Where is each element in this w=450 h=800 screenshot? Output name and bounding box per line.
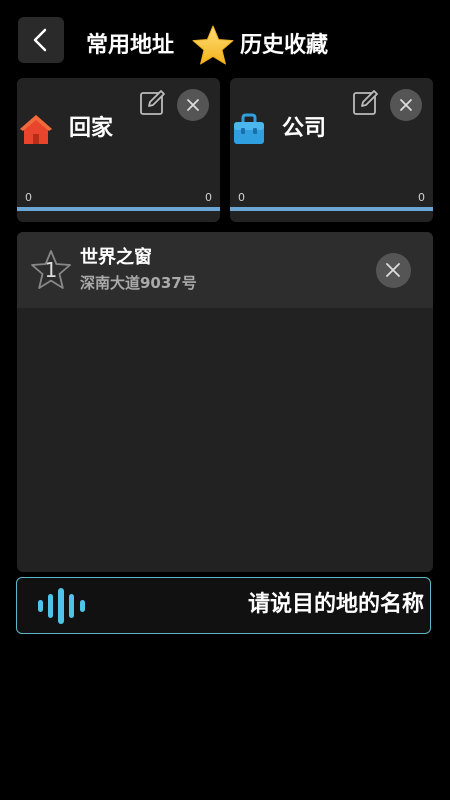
tab-history-favorites[interactable]: 历史收藏 bbox=[240, 28, 328, 64]
voice-prompt-text: 请说目的地的名称 bbox=[247, 592, 424, 617]
progress-bar bbox=[230, 207, 433, 211]
list-item[interactable]: 1 世界之窗 深南大道9037号 bbox=[17, 232, 433, 308]
favorites-list: 1 世界之窗 深南大道9037号 bbox=[17, 232, 433, 572]
progress-start-value: 0 bbox=[238, 191, 245, 204]
voice-input-bar[interactable]: 请说目的地的名称 bbox=[16, 577, 431, 634]
chevron-left-icon bbox=[33, 28, 47, 52]
progress-start-value: 0 bbox=[25, 191, 32, 204]
favorite-address: 深南大道9037号 bbox=[80, 274, 197, 292]
star-icon bbox=[192, 25, 234, 65]
company-label: 公司 bbox=[282, 116, 327, 141]
remove-favorite-button[interactable] bbox=[376, 253, 411, 288]
back-button[interactable] bbox=[18, 17, 64, 63]
home-label: 回家 bbox=[69, 116, 114, 141]
briefcase-icon bbox=[234, 113, 264, 144]
clear-company-button[interactable] bbox=[390, 89, 422, 121]
favorite-name: 世界之窗 bbox=[80, 247, 152, 268]
edit-icon[interactable] bbox=[139, 88, 167, 116]
voice-wave-icon bbox=[38, 588, 85, 624]
home-card[interactable]: 回家 0 0 bbox=[17, 78, 220, 222]
progress-bar bbox=[17, 207, 220, 211]
progress-end-value: 0 bbox=[418, 191, 425, 204]
close-icon bbox=[187, 99, 199, 111]
edit-icon[interactable] bbox=[352, 88, 380, 116]
clear-home-button[interactable] bbox=[177, 89, 209, 121]
favorite-index: 1 bbox=[44, 258, 58, 282]
close-icon bbox=[400, 99, 412, 111]
company-card[interactable]: 公司 0 0 bbox=[230, 78, 433, 222]
home-icon bbox=[20, 115, 52, 144]
close-icon bbox=[386, 263, 400, 277]
progress-end-value: 0 bbox=[205, 191, 212, 204]
tab-common-address[interactable]: 常用地址 bbox=[86, 28, 174, 64]
